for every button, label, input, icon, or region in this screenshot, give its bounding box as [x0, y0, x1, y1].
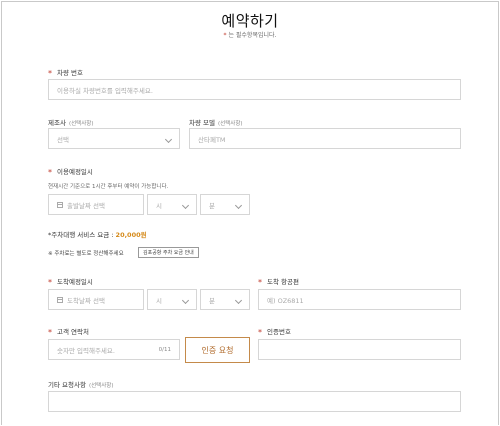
required-mark: *	[48, 168, 52, 177]
calendar-icon	[57, 296, 63, 303]
verification-code-input[interactable]	[258, 339, 461, 360]
arrival-date-input[interactable]: 도착날짜 선택	[48, 289, 144, 310]
required-note-text: 는 필수항목입니다.	[228, 32, 277, 39]
model-placeholder: 산타페TM	[198, 135, 226, 144]
verification-code-label: * 인증번호	[258, 326, 291, 337]
required-mark: *	[258, 328, 262, 337]
parking-note: ※ 주차료는 별도로 정산해주세요	[48, 251, 124, 257]
verification-code-label-text: 인증번호	[267, 328, 291, 336]
contact-input[interactable]: 숫자만 입력해주세요. 0/11	[48, 339, 180, 360]
parking-fee-info-button[interactable]: 김포공항 주차 요금 안내	[138, 247, 199, 258]
usage-datetime-label-text: 이용예정일시	[57, 168, 93, 176]
arrival-date-placeholder: 도착날짜 선택	[67, 296, 105, 305]
service-fee: *주차대행 서비스 요금 : 20,000원	[48, 229, 147, 239]
verify-request-button[interactable]: 인증 요청	[185, 337, 250, 363]
arrival-flight-placeholder: 예) OZ6811	[267, 296, 304, 305]
required-mark: *	[48, 278, 52, 287]
arrival-datetime-label: * 도착예정일시	[48, 276, 93, 287]
contact-label: * 고객 연락처	[48, 326, 89, 337]
contact-label-text: 고객 연락처	[57, 328, 89, 336]
model-input[interactable]: 산타페TM	[189, 128, 461, 149]
required-mark: *	[258, 278, 262, 287]
required-note: * 는 필수항목입니다.	[0, 30, 500, 39]
required-mark: *	[48, 328, 52, 337]
usage-minute-select[interactable]: 분	[200, 194, 250, 215]
arrival-minute-value: 분	[209, 296, 215, 305]
required-mark: *	[48, 69, 52, 78]
manufacturer-value: 선택	[57, 135, 69, 144]
usage-date-input[interactable]: 출발날짜 선택	[48, 194, 144, 215]
page-title: 예약하기	[221, 12, 279, 30]
arrival-minute-select[interactable]: 분	[200, 289, 250, 310]
manufacturer-label: 제조사 (선택사항)	[48, 117, 94, 127]
arrival-hour-value: 시	[156, 296, 162, 305]
arrival-flight-label: * 도착 항공편	[258, 276, 299, 287]
model-optional: (선택사항)	[218, 121, 243, 127]
service-fee-value: 20,000원	[115, 231, 147, 239]
other-requests-label-text: 기타 요청사항	[48, 381, 86, 389]
model-label-text: 차량 모델	[189, 119, 215, 127]
model-label: 차량 모델 (선택사항)	[189, 117, 243, 127]
service-fee-label: 주차대행 서비스 요금 :	[51, 231, 114, 239]
manufacturer-optional: (선택사항)	[68, 121, 94, 127]
vehicle-number-input[interactable]: 이용하실 차량번호를 입력해주세요.	[48, 79, 461, 100]
arrival-datetime-label-text: 도착예정일시	[57, 278, 93, 286]
usage-date-placeholder: 출발날짜 선택	[67, 201, 105, 210]
manufacturer-select[interactable]: 선택	[48, 128, 180, 149]
usage-datetime-label: * 이용예정일시	[48, 166, 93, 177]
other-requests-optional: (선택사항)	[88, 383, 114, 389]
vehicle-number-placeholder: 이용하실 차량번호를 입력해주세요.	[57, 86, 153, 95]
other-requests-input[interactable]	[48, 391, 461, 412]
other-requests-label: 기타 요청사항 (선택사항)	[48, 379, 114, 389]
required-star: *	[223, 32, 227, 39]
contact-placeholder: 숫자만 입력해주세요.	[57, 346, 115, 355]
arrival-flight-label-text: 도착 항공편	[267, 278, 299, 286]
vehicle-number-label: * 차량 번호	[48, 67, 83, 78]
vehicle-number-label-text: 차량 번호	[57, 69, 83, 77]
arrival-hour-select[interactable]: 시	[147, 289, 197, 310]
manufacturer-label-text: 제조사	[48, 119, 66, 127]
arrival-flight-input[interactable]: 예) OZ6811	[258, 289, 461, 310]
contact-counter: 0/11	[158, 346, 171, 353]
calendar-icon	[57, 201, 63, 208]
usage-minute-value: 분	[209, 201, 215, 210]
usage-hour-select[interactable]: 시	[147, 194, 197, 215]
usage-datetime-hint: 현재시간 기준으로 1시간 후부터 예약이 가능합니다.	[48, 184, 169, 190]
usage-hour-value: 시	[156, 201, 162, 210]
